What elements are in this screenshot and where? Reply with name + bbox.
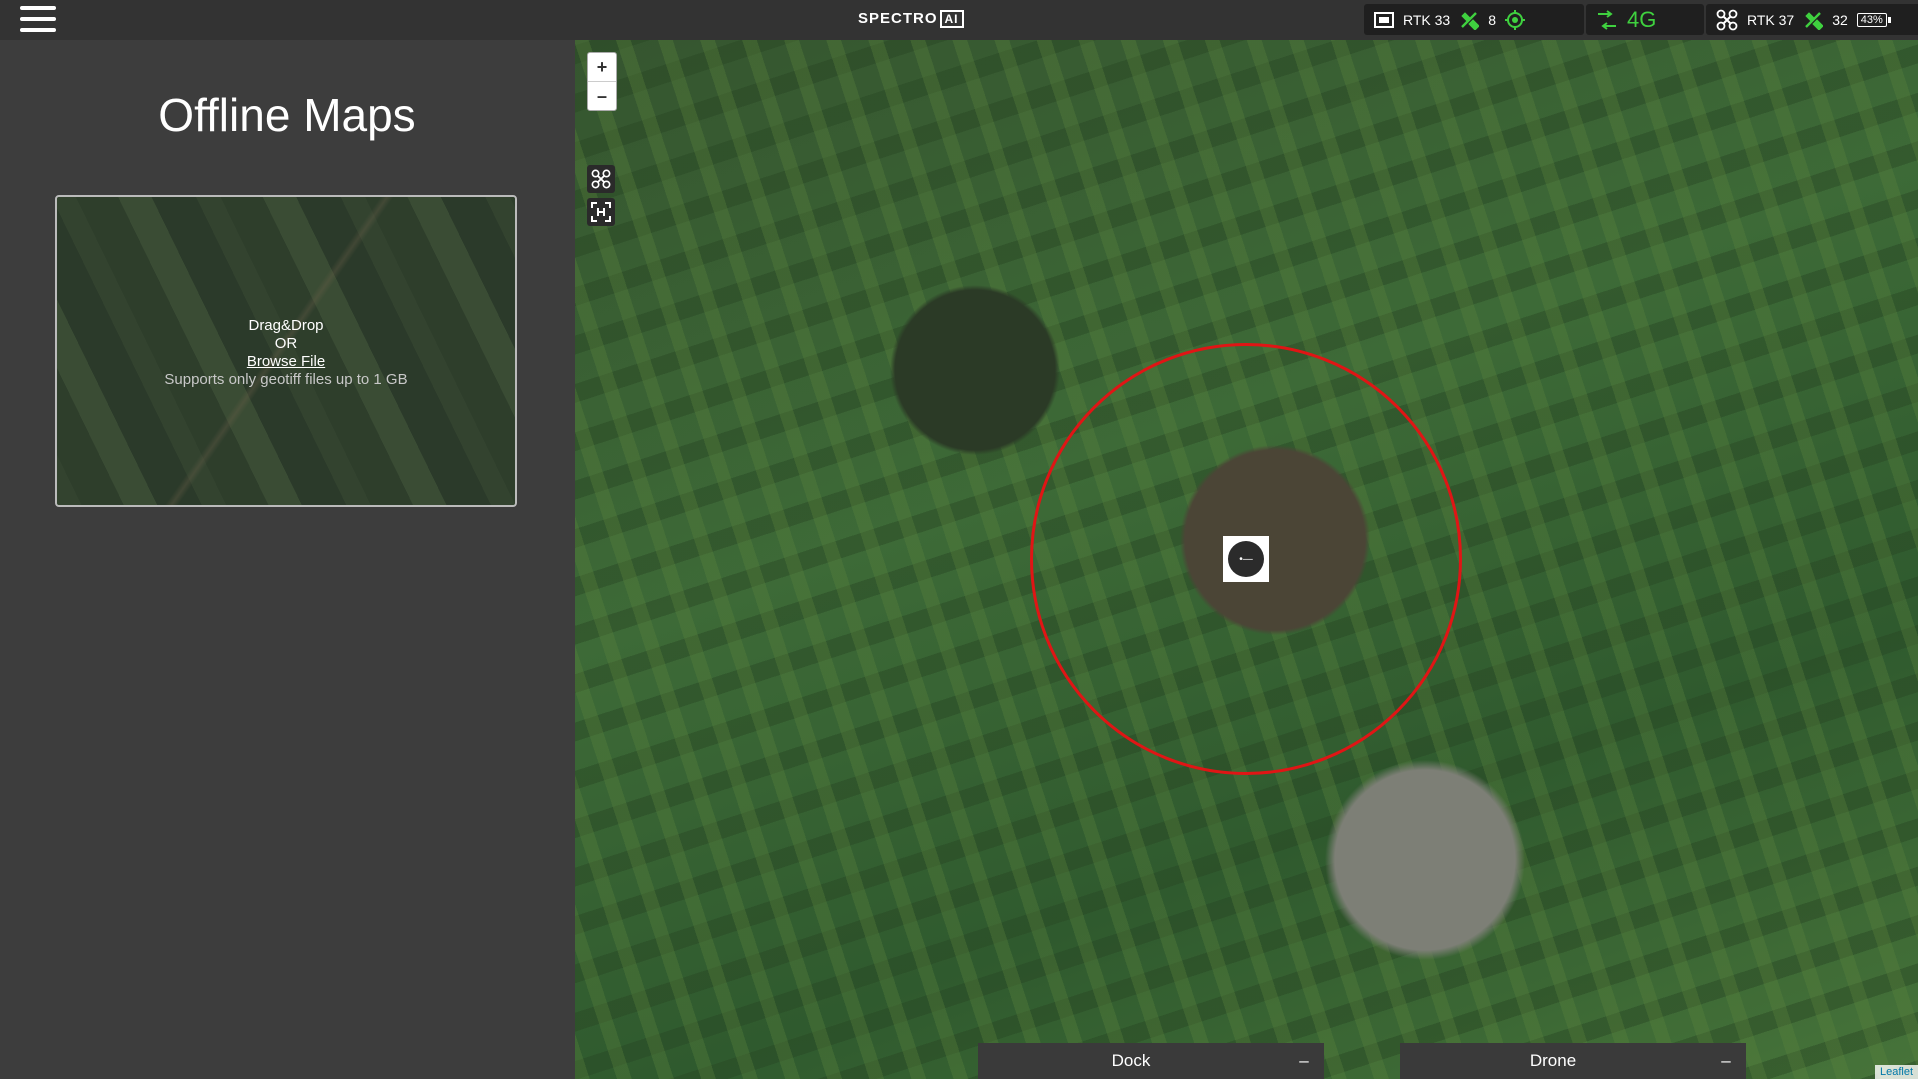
page-title: Offline Maps [158,89,416,141]
satellite-map[interactable]: + – •— Dock – Drone – Leaflet [575,40,1918,1079]
dock-marker[interactable]: •— [1223,536,1269,582]
map-attribution[interactable]: Leaflet [1874,1065,1918,1079]
dropzone-hint: Supports only geotiff files up to 1 GB [164,371,408,388]
network-type: 4G [1627,6,1657,32]
top-bar: SPECTRO AI RTK 33 8 4G RTK 37 32 43% [0,0,1918,40]
drone-status: RTK 37 32 43% [1706,4,1918,35]
file-dropzone[interactable]: Drag&Drop OR Browse File Supports only g… [55,195,517,507]
dropzone-text: Drag&Drop OR Browse File Supports only g… [57,317,515,389]
network-status: 4G [1586,4,1704,35]
drone-rtk-value: RTK 37 [1747,11,1795,28]
or-label: OR [274,335,298,352]
brand-logo: SPECTRO AI [858,10,964,28]
center-home-button[interactable] [587,198,615,226]
brand-name: SPECTRO [858,10,938,27]
dock-status: RTK 33 8 [1364,4,1584,35]
drone-minimize-button[interactable]: – [1706,1051,1746,1071]
satellite-icon [1461,11,1480,30]
dock-panel-tab[interactable]: Dock – [978,1043,1324,1079]
drone-panel-tab[interactable]: Drone – [1400,1043,1746,1079]
drone-icon [1716,9,1738,30]
drag-drop-label: Drag&Drop [248,317,324,334]
dock-minimize-button[interactable]: – [1284,1051,1324,1071]
satellite-icon [1805,11,1824,30]
center-drone-button[interactable] [587,165,615,193]
signal-arrows-icon [1598,9,1616,30]
dock-icon [1374,11,1394,28]
zoom-out-button[interactable]: – [588,81,616,110]
zoom-control: + – [587,52,617,111]
gps-target-icon [1505,9,1526,30]
drone-icon [591,169,611,189]
dock-marker-icon: •— [1228,541,1264,577]
dock-rtk-value: RTK 33 [1403,11,1451,28]
battery-indicator: 43% [1856,12,1891,27]
drone-satellite-count: 32 [1832,11,1848,28]
drone-tab-label: Drone [1529,1051,1577,1070]
brand-badge: AI [939,10,964,28]
hamburger-menu-icon[interactable] [20,6,56,34]
browse-file-link[interactable]: Browse File [57,353,515,371]
zoom-in-button[interactable]: + [588,53,616,81]
home-point-icon [591,202,611,222]
dock-tab-label: Dock [1111,1051,1151,1070]
dock-satellite-count: 8 [1488,11,1497,28]
